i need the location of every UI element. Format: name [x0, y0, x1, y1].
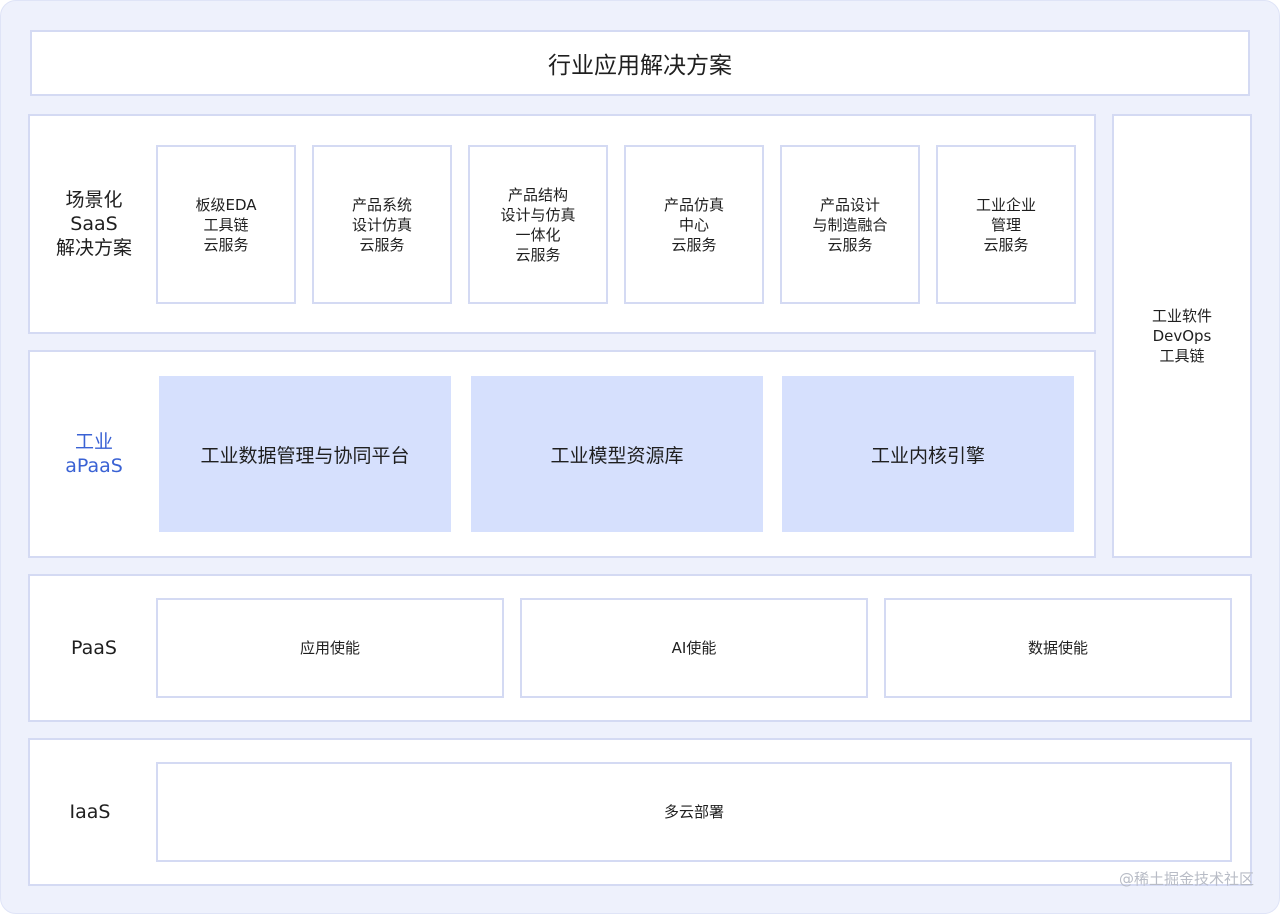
apaas-card: 工业内核引擎	[782, 376, 1074, 532]
saas-card: 工业企业 管理 云服务	[936, 145, 1076, 304]
devops-label: 工业软件 DevOps 工具链	[1151, 307, 1212, 365]
iaas-card: 多云部署	[156, 762, 1232, 862]
paas-card: 数据使能	[884, 598, 1232, 698]
apaas-card: 工业数据管理与协同平台	[159, 376, 451, 532]
saas-card: 板级EDA 工具链 云服务	[156, 145, 296, 304]
iaas-layer-label: IaaS	[69, 801, 111, 823]
saas-card: 产品结构 设计与仿真 一体化 云服务	[468, 145, 608, 304]
paas-layer-label: PaaS	[71, 637, 117, 659]
top-banner: 行业应用解决方案	[30, 30, 1250, 96]
paas-card: AI使能	[520, 598, 868, 698]
saas-card: 产品仿真 中心 云服务	[624, 145, 764, 304]
saas-card: 产品设计 与制造融合 云服务	[780, 145, 920, 304]
devops-column: 工业软件 DevOps 工具链	[1112, 114, 1252, 558]
paas-card: 应用使能	[156, 598, 504, 698]
saas-layer-label: 场景化 SaaS 解决方案	[55, 189, 132, 259]
top-banner-title: 行业应用解决方案	[548, 53, 732, 79]
apaas-card: 工业模型资源库	[471, 376, 763, 532]
saas-card: 产品系统 设计仿真 云服务	[312, 145, 452, 304]
watermark: @稀土掘金技术社区	[1118, 870, 1254, 888]
apaas-layer-label: 工业 aPaaS	[65, 431, 123, 477]
